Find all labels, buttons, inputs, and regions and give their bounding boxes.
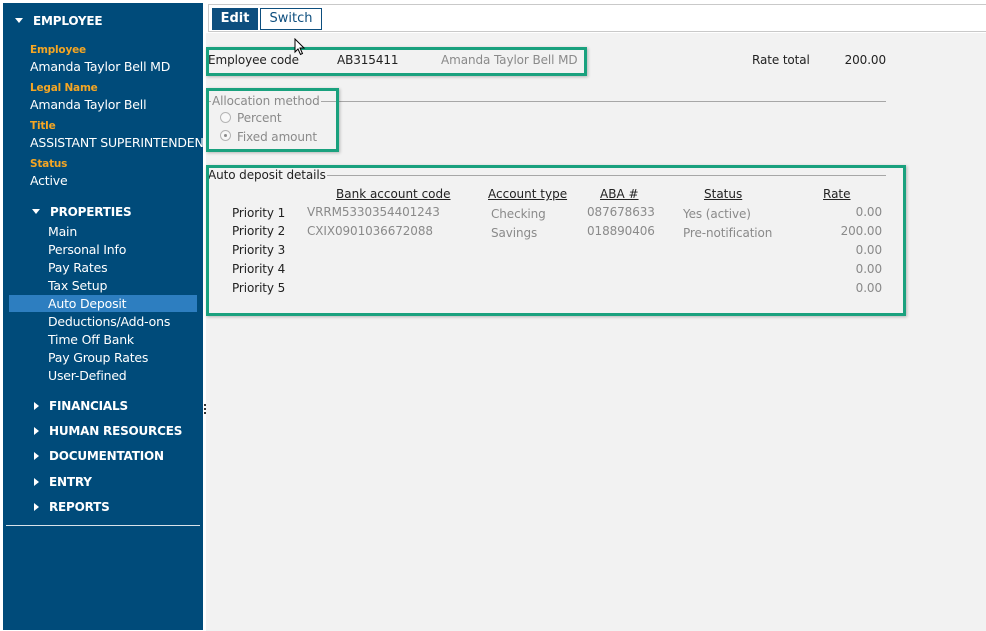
sidebar-divider xyxy=(6,525,200,526)
chevron-right-icon xyxy=(34,502,39,511)
sidebar: EMPLOYEE Employee Amanda Taylor Bell MD … xyxy=(3,3,211,630)
sidebar-section-financials[interactable]: FINANCIALS xyxy=(34,399,128,413)
col-account-type[interactable]: Account type xyxy=(488,187,567,201)
sidebar-item-pay-group-rates[interactable]: Pay Group Rates xyxy=(9,349,197,366)
sidebar-section-human-resources[interactable]: HUMAN RESOURCES xyxy=(34,424,182,438)
row-2-aba: 018890406 xyxy=(587,224,655,238)
chevron-right-icon xyxy=(34,401,39,410)
row-2-type: Savings xyxy=(491,226,538,240)
status-label: Status xyxy=(30,158,68,170)
row-1-priority: Priority 1 xyxy=(232,206,286,220)
main-panel: Employee code AB315411 Amanda Taylor Bel… xyxy=(206,33,986,631)
sidebar-item-tax-setup[interactable]: Tax Setup xyxy=(9,277,197,294)
col-status[interactable]: Status xyxy=(704,187,742,201)
chevron-right-icon xyxy=(34,477,39,486)
app-window: EMPLOYEE Employee Amanda Taylor Bell MD … xyxy=(0,0,986,631)
percent-radio[interactable] xyxy=(220,112,231,123)
employee-section-header[interactable]: EMPLOYEE xyxy=(15,14,103,28)
sidebar-item-deductions-add-ons[interactable]: Deductions/Add-ons xyxy=(9,313,197,330)
chevron-down-icon xyxy=(32,209,40,214)
sidebar-item-personal-info[interactable]: Personal Info xyxy=(9,241,197,258)
row-2-account: CXIX0901036672088 xyxy=(307,224,433,238)
edit-button[interactable]: Edit xyxy=(212,8,258,30)
sidebar-section-reports[interactable]: REPORTS xyxy=(34,500,110,514)
radio-selected-dot xyxy=(224,134,227,137)
legal-name-label: Legal Name xyxy=(30,82,98,94)
row-2-rate: 200.00 xyxy=(840,224,882,238)
sidebar-item-user-defined[interactable]: User-Defined xyxy=(9,367,197,384)
row-3-rate: 0.00 xyxy=(855,243,882,257)
row-4-priority: Priority 4 xyxy=(232,262,286,276)
employee-label: Employee xyxy=(30,44,86,56)
row-1-aba: 087678633 xyxy=(587,205,655,219)
properties-section-header[interactable]: PROPERTIES xyxy=(32,205,132,219)
sidebar-item-pay-rates[interactable]: Pay Rates xyxy=(9,259,197,276)
percent-label: Percent xyxy=(237,111,282,125)
chevron-down-icon xyxy=(15,18,23,23)
sidebar-item-auto-deposit[interactable]: Auto Deposit xyxy=(9,295,197,312)
row-1-account: VRRM5330354401243 xyxy=(307,205,440,219)
legal-name-value: Amanda Taylor Bell xyxy=(30,97,147,112)
rate-total-value: 200.00 xyxy=(844,53,886,67)
chevron-right-icon xyxy=(34,426,39,435)
row-4-rate: 0.00 xyxy=(855,262,882,276)
employee-name-value: Amanda Taylor Bell MD xyxy=(441,53,578,67)
title-value: ASSISTANT SUPERINTENDENT xyxy=(30,135,212,150)
row-1-type: Checking xyxy=(491,207,546,221)
col-rate[interactable]: Rate xyxy=(823,187,851,201)
col-aba[interactable]: ABA # xyxy=(600,187,639,201)
mouse-cursor-icon xyxy=(294,38,306,56)
fixed-amount-radio[interactable] xyxy=(220,130,231,141)
rate-total-label: Rate total xyxy=(752,53,810,67)
chevron-right-icon xyxy=(34,451,39,460)
col-bank-account-code[interactable]: Bank account code xyxy=(336,187,451,201)
row-3-priority: Priority 3 xyxy=(232,243,286,257)
employee-value: Amanda Taylor Bell MD xyxy=(30,59,171,74)
sidebar-section-entry[interactable]: ENTRY xyxy=(34,475,92,489)
switch-button[interactable]: Switch xyxy=(260,8,322,30)
row-1-rate: 0.00 xyxy=(855,205,882,219)
row-2-status: Pre-notification xyxy=(683,226,773,240)
sidebar-item-main[interactable]: Main xyxy=(9,223,197,240)
sidebar-item-time-off-bank[interactable]: Time Off Bank xyxy=(9,331,197,348)
title-label: Title xyxy=(30,120,56,132)
employee-code-label: Employee code xyxy=(208,53,299,67)
toolbar: Edit Switch xyxy=(208,4,986,32)
fixed-amount-label: Fixed amount xyxy=(237,130,318,144)
row-5-rate: 0.00 xyxy=(855,281,882,295)
status-value: Active xyxy=(30,173,68,188)
row-2-priority: Priority 2 xyxy=(232,224,286,238)
row-1-status: Yes (active) xyxy=(683,207,751,221)
sidebar-section-documentation[interactable]: DOCUMENTATION xyxy=(34,449,164,463)
row-5-priority: Priority 5 xyxy=(232,281,286,295)
employee-code-value: AB315411 xyxy=(337,53,399,67)
